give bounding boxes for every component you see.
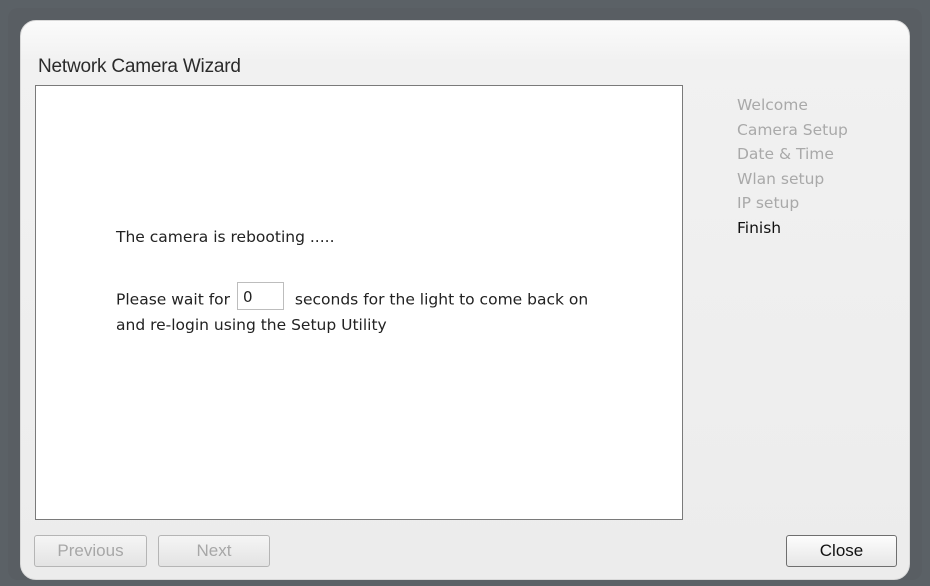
- previous-button[interactable]: Previous: [34, 535, 147, 567]
- close-button[interactable]: Close: [786, 535, 897, 567]
- wait-prefix: Please wait for: [116, 290, 231, 309]
- step-ip-setup: IP setup: [737, 194, 800, 212]
- step-camera-setup: Camera Setup: [737, 120, 848, 139]
- step-wlan-setup: Wlan setup: [737, 169, 825, 188]
- wait-message: Please wait for 0 seconds for the light …: [116, 282, 606, 337]
- step-finish: Finish: [737, 218, 782, 237]
- countdown-field: 0: [236, 282, 284, 310]
- wizard-title: Network Camera Wizard: [38, 56, 241, 77]
- step-date-time: Date & Time: [737, 145, 834, 163]
- step-welcome: Welcome: [737, 96, 808, 114]
- rebooting-message: The camera is rebooting .....: [116, 228, 335, 246]
- next-button[interactable]: Next: [158, 535, 270, 567]
- step-list: Welcome Camera Setup Date & Time Wlan se…: [737, 93, 848, 240]
